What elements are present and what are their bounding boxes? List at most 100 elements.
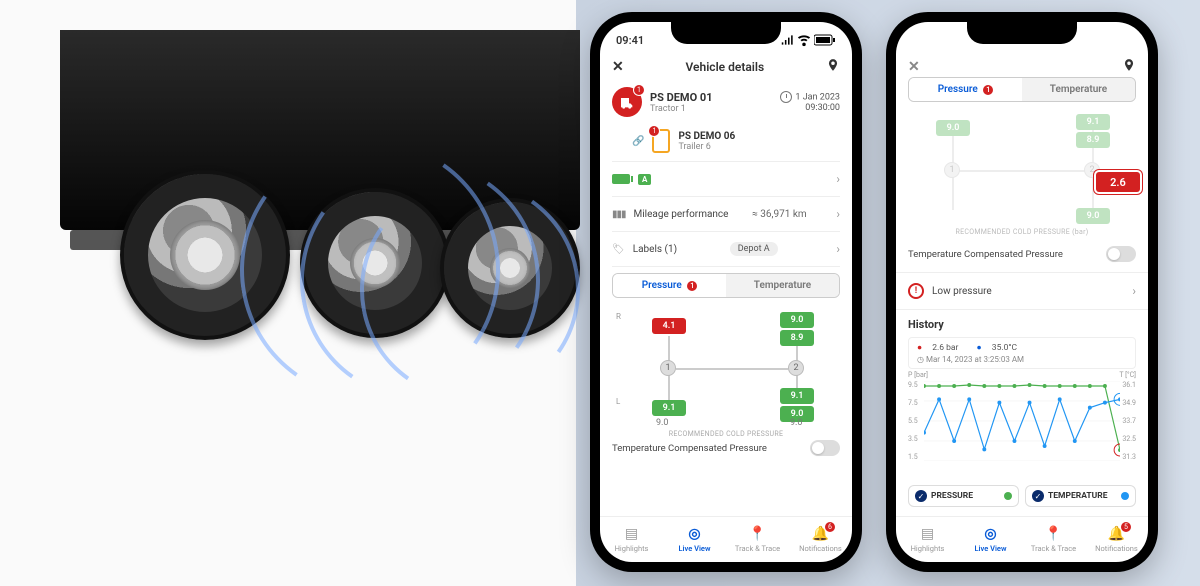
tire-faded: 9.0 xyxy=(1076,208,1110,224)
tcp-toggle[interactable] xyxy=(1106,246,1136,262)
nav-live-view[interactable]: ◎ Live View xyxy=(663,517,726,562)
mileage-label: Mileage performance xyxy=(634,209,729,220)
nav-highlights[interactable]: ▤ Highlights xyxy=(896,517,959,562)
tire-r-rear-outer[interactable]: 9.0 xyxy=(780,312,814,328)
tire-r-rear-inner[interactable]: 8.9 xyxy=(780,330,814,346)
swatch-blue xyxy=(1121,492,1129,500)
tab-temperature[interactable]: Temperature xyxy=(1022,78,1135,101)
axle-hub-1: 1 xyxy=(660,360,676,376)
tab-badge: 1 xyxy=(687,281,697,291)
vehicle-name: PS DEMO 01 xyxy=(650,91,713,104)
trailer-name: PS DEMO 06 xyxy=(678,131,735,142)
status-time: 09:41 xyxy=(616,34,644,47)
tire-faded: 8.9 xyxy=(1076,132,1110,148)
nav-track-trace[interactable]: 📍 Track & Trace xyxy=(726,517,789,562)
rec-pressure-label: RECOMMENDED COLD PRESSURE xyxy=(612,430,840,438)
bottom-nav: ▤ Highlights ◎ Live View 📍 Track & Trace… xyxy=(600,516,852,562)
legend-pressure: 2.6 bar xyxy=(932,343,958,353)
vehicle-date: 1 Jan 2023 xyxy=(795,92,840,102)
row-mileage[interactable]: ▮▮▮ Mileage performance ≈ 36,971 km › xyxy=(600,199,852,229)
location-icon[interactable] xyxy=(826,58,840,75)
series-pressure[interactable]: ✓ PRESSURE xyxy=(908,485,1019,507)
odometer-icon: ▮▮▮ xyxy=(612,209,626,220)
tcp-toggle[interactable] xyxy=(810,440,840,456)
live-view-icon: ◎ xyxy=(984,526,996,542)
chevron-right-icon: › xyxy=(836,172,840,186)
vehicle-time: 09:30:00 xyxy=(780,103,840,114)
nav-track-trace[interactable]: 📍 Track & Trace xyxy=(1022,517,1085,562)
legend-timestamp: Mar 14, 2023 at 3:25:03 AM xyxy=(926,355,1024,364)
y-left-label: P [bar] xyxy=(908,371,928,379)
vehicle-row-tractor[interactable]: 1 PS DEMO 01 Tractor 1 1 Jan 2023 09:30:… xyxy=(612,81,840,123)
trailer-icon: 1 xyxy=(652,129,670,153)
tire-faded: 9.1 xyxy=(1076,114,1110,130)
truck-icon: 1 xyxy=(612,87,642,117)
swatch-green xyxy=(1004,492,1012,500)
tire-alert-selected[interactable]: 2.6 xyxy=(1096,172,1140,192)
axle-diagram: R L 1 2 4.1 9.1 9.0 8.9 9.1 9.0 9.0 9.0 … xyxy=(612,308,840,428)
vehicle-row-trailer[interactable]: 🔗 1 PS DEMO 06 Trailer 6 xyxy=(612,123,840,159)
series-temperature[interactable]: ✓ TEMPERATURE xyxy=(1025,485,1136,507)
location-icon[interactable] xyxy=(1122,58,1136,75)
close-icon[interactable]: ✕ xyxy=(908,59,920,75)
tab-pressure[interactable]: Pressure 1 xyxy=(909,78,1022,101)
row-low-pressure[interactable]: Low pressure › xyxy=(896,272,1148,310)
tabs-pressure-temperature: Pressure 1 Temperature xyxy=(612,273,840,298)
nav-notifications[interactable]: 🔔 5 Notifications xyxy=(1085,517,1148,562)
bottom-nav: ▤ Highlights ◎ Live View 📍 Track & Trace… xyxy=(896,516,1148,562)
pin-icon: 📍 xyxy=(749,526,766,542)
chevron-right-icon: › xyxy=(836,207,840,221)
trailer-subtitle: Trailer 6 xyxy=(678,142,735,152)
mileage-value: ≈ 36,971 km xyxy=(752,209,807,220)
tcp-label: Temperature Compensated Pressure xyxy=(612,443,767,454)
tire-l-rear-inner[interactable]: 9.1 xyxy=(780,388,814,404)
pin-icon: 📍 xyxy=(1045,526,1062,542)
tire-r-front[interactable]: 4.1 xyxy=(652,318,686,334)
rec-pressure-front: 9.0 xyxy=(656,418,669,428)
series-selector: ✓ PRESSURE ✓ TEMPERATURE xyxy=(896,481,1148,513)
nav-live-view[interactable]: ◎ Live View xyxy=(959,517,1022,562)
axle-diagram: 1 2 9.0 9.1 8.9 9.0 2.6 xyxy=(908,112,1136,230)
rec-pressure-rear: 9.0 xyxy=(790,418,803,428)
alert-count-badge: 1 xyxy=(648,125,660,137)
labels-label: Labels (1) xyxy=(633,244,677,255)
notif-count-badge: 5 xyxy=(1120,521,1132,533)
live-view-icon: ◎ xyxy=(688,526,700,542)
tab-temperature[interactable]: Temperature xyxy=(726,274,839,297)
tag-icon: 🏷 xyxy=(612,244,625,255)
y-right-label: T [°C] xyxy=(1119,371,1136,379)
close-icon[interactable]: ✕ xyxy=(612,59,624,75)
nav-notifications[interactable]: 🔔 6 Notifications xyxy=(789,517,852,562)
history-legend: ● 2.6 bar ● 35.0°C ◷ Mar 14, 2023 at 3:2… xyxy=(908,337,1136,369)
page-title: Vehicle details xyxy=(686,60,765,74)
vehicle-subtitle: Tractor 1 xyxy=(650,104,713,114)
status-chip: A xyxy=(638,174,651,185)
check-icon: ✓ xyxy=(1032,490,1044,502)
notif-count-badge: 6 xyxy=(824,521,836,533)
status-icons xyxy=(781,33,836,47)
chevron-right-icon: › xyxy=(1132,284,1136,298)
link-icon: 🔗 xyxy=(632,136,644,147)
tire-l-front[interactable]: 9.1 xyxy=(652,400,686,416)
highlights-icon: ▤ xyxy=(921,526,934,542)
alert-count-badge: 1 xyxy=(633,84,645,96)
nav-highlights[interactable]: ▤ Highlights xyxy=(600,517,663,562)
tab-pressure[interactable]: Pressure 1 xyxy=(613,274,726,297)
tcp-label: Temperature Compensated Pressure xyxy=(908,249,1063,260)
tab-badge: 1 xyxy=(983,85,993,95)
clock-icon xyxy=(780,91,792,103)
row-labels[interactable]: 🏷 Labels (1) Depot A › xyxy=(600,234,852,264)
history-title: History xyxy=(896,310,1148,333)
row-tcp-toggle: Temperature Compensated Pressure xyxy=(896,236,1148,272)
battery-icon xyxy=(612,174,630,184)
tire-faded: 9.0 xyxy=(936,120,970,136)
label-chip: Depot A xyxy=(730,242,778,256)
history-chart[interactable]: P [bar] T [°C] 9.5 7.5 5.5 3.5 1.5 36.1 … xyxy=(906,377,1138,477)
low-pressure-icon xyxy=(908,283,924,299)
legend-temperature: 35.0°C xyxy=(992,343,1017,353)
phone-left: 09:41 ✕ Vehicle details 1 PS DEMO 01 xyxy=(590,12,862,572)
chevron-right-icon: › xyxy=(836,242,840,256)
row-status[interactable]: A › xyxy=(600,164,852,194)
tabs-pressure-temperature: Pressure 1 Temperature xyxy=(908,77,1136,102)
check-icon: ✓ xyxy=(915,490,927,502)
